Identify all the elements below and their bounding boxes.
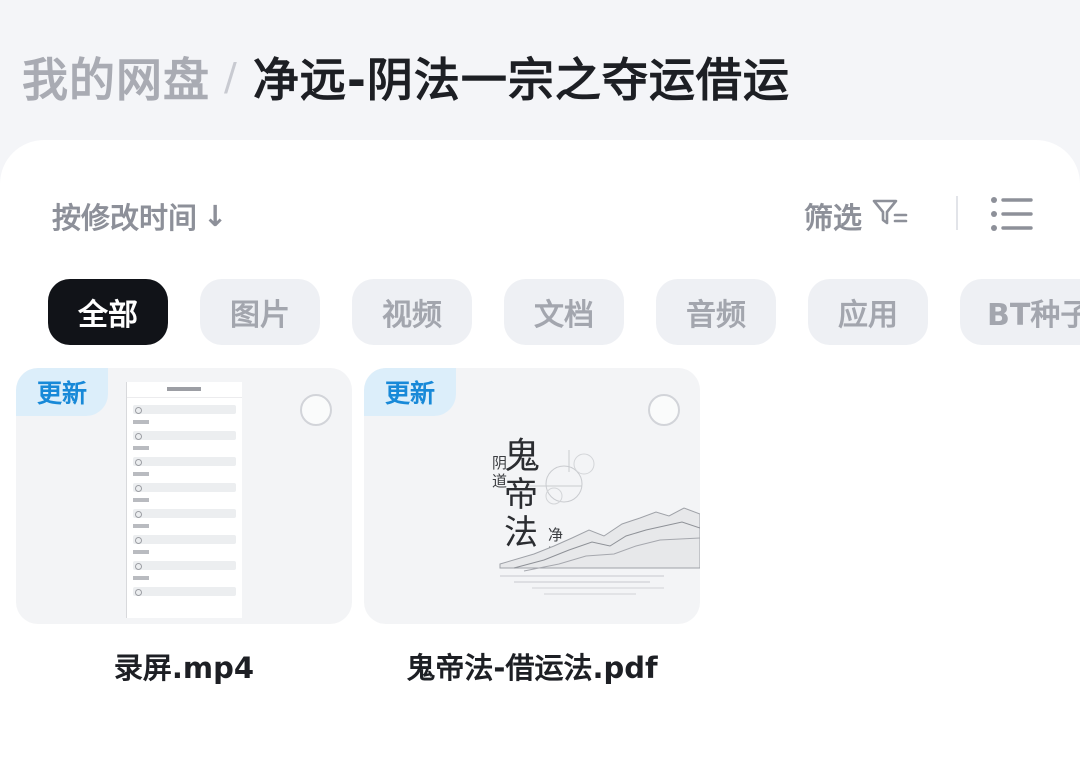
- cover-char-2: 帝: [504, 475, 538, 515]
- breadcrumb-separator: /: [224, 55, 237, 99]
- select-checkbox[interactable]: [300, 394, 332, 426]
- current-folder-title: 净远-阴法一宗之夺运借运: [252, 53, 790, 107]
- cover-small-right-1: 净: [548, 526, 563, 544]
- file-panel: 按修改时间 ↓ 筛选 全部 图片 视频 文档 音频 应用 BT种子 更新 录屏.…: [0, 140, 1080, 782]
- breadcrumb-root[interactable]: 我的网盘: [22, 44, 210, 110]
- tab-apps[interactable]: 应用: [808, 279, 928, 345]
- update-badge: 更新: [16, 368, 108, 416]
- cover-char-1: 鬼: [504, 436, 540, 477]
- select-checkbox[interactable]: [648, 394, 680, 426]
- category-tabs: 全部 图片 视频 文档 音频 应用 BT种子: [48, 279, 1080, 345]
- list-view-icon: [991, 197, 1033, 231]
- tab-documents[interactable]: 文档: [504, 279, 624, 345]
- tab-videos[interactable]: 视频: [352, 279, 472, 345]
- file-thumbnail[interactable]: 更新: [16, 368, 352, 624]
- update-badge: 更新: [364, 368, 456, 416]
- file-item-pdf[interactable]: 更新 鬼 帝 法 阴 道 净 远: [364, 368, 700, 690]
- filter-label: 筛选: [804, 201, 863, 235]
- tab-bt-seeds[interactable]: BT种子: [960, 279, 1080, 345]
- cover-small-left-1: 阴: [492, 454, 507, 472]
- file-name[interactable]: 鬼帝法-借运法.pdf: [364, 646, 700, 690]
- tab-images[interactable]: 图片: [200, 279, 320, 345]
- sort-arrow-icon: ↓: [203, 199, 228, 233]
- list-view-button[interactable]: [990, 194, 1034, 234]
- filter-button[interactable]: 筛选: [804, 195, 908, 237]
- toolbar-divider: [956, 196, 958, 230]
- sort-button[interactable]: 按修改时间 ↓: [52, 195, 227, 237]
- cover-small-left-2: 道: [492, 472, 507, 490]
- file-item-video[interactable]: 更新 录屏.mp4: [16, 368, 352, 690]
- breadcrumb: 我的网盘 / 净远-阴法一宗之夺运借运: [22, 42, 790, 112]
- video-preview-image: [126, 382, 242, 618]
- sort-label: 按修改时间: [52, 201, 198, 235]
- tab-audio[interactable]: 音频: [656, 279, 776, 345]
- file-name[interactable]: 录屏.mp4: [16, 646, 352, 690]
- file-thumbnail[interactable]: 更新 鬼 帝 法 阴 道 净 远: [364, 368, 700, 624]
- cover-char-3: 法: [504, 513, 538, 553]
- filter-icon: [872, 198, 908, 235]
- tab-all[interactable]: 全部: [48, 279, 168, 345]
